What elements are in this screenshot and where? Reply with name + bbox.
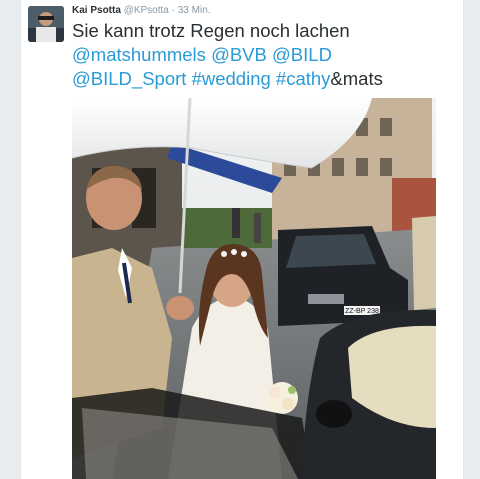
hashtag-link[interactable]: #wedding <box>192 68 271 89</box>
tweet-header: Kai Psotta @KPsotta · 33 Min. <box>72 5 211 16</box>
tweet-text-plain: &mats <box>330 68 383 89</box>
mention-link[interactable]: @BILD_Sport <box>72 68 186 89</box>
hashtag-link[interactable]: #cathy <box>276 68 331 89</box>
mention-link[interactable]: @BVB <box>211 44 267 65</box>
meta-separator: · <box>168 5 178 16</box>
mention-link[interactable]: @BILD <box>272 44 332 65</box>
author-avatar[interactable] <box>28 6 64 42</box>
tweet-text-plain: Sie kann trotz Regen noch lachen <box>72 20 350 41</box>
license-plate: ZZ-BP 238 <box>345 308 379 315</box>
tweet-photo[interactable]: ZZ-BP 238 <box>72 98 436 479</box>
tweet-text: Sie kann trotz Regen noch lachen @matshum… <box>72 19 452 91</box>
mention-link[interactable]: @matshummels <box>72 44 206 65</box>
tweet-timestamp[interactable]: 33 Min. <box>178 5 211 16</box>
avatar-image <box>28 6 64 42</box>
author-name[interactable]: Kai Psotta <box>72 5 121 16</box>
author-handle[interactable]: @KPsotta <box>124 5 169 16</box>
photo-scene: ZZ-BP 238 <box>72 98 436 479</box>
